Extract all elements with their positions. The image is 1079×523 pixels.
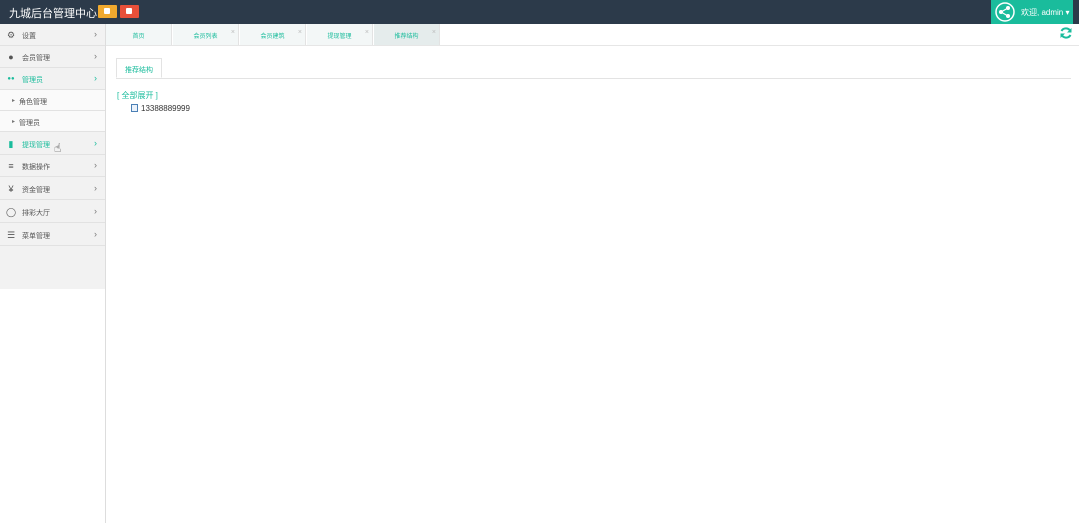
sidebar-subitem-label: 角色管理	[19, 99, 47, 106]
bullet-icon: ▸	[12, 119, 16, 125]
sidebar-item-menu[interactable]: ☰ 菜单管理 ›	[0, 224, 105, 246]
tree-node[interactable]: 13388889999	[131, 104, 190, 113]
sidebar-subitem-admins[interactable]: ▸ 管理员	[0, 111, 105, 132]
sidebar-item-label: 资金管理	[22, 187, 50, 194]
home-button[interactable]	[98, 5, 117, 18]
refresh-icon[interactable]	[1059, 26, 1073, 40]
tab-label: 提现管理	[327, 34, 352, 40]
chevron-right-icon: ›	[94, 206, 97, 216]
circle-icon: ◯	[6, 207, 17, 217]
tab-label: 首页	[132, 34, 145, 40]
sidebar-item-lottery-hall[interactable]: ◯ 排彩大厅 ›	[0, 201, 105, 223]
app-title: 九城后台管理中心	[9, 8, 97, 20]
tab-member-list[interactable]: 会员列表 ×	[173, 24, 239, 45]
home-icon	[104, 8, 110, 14]
bullet-icon: ▸	[12, 98, 16, 104]
gears-icon: ⚙	[6, 30, 16, 40]
top-bar: 九城后台管理中心 欢迎, admin ▾	[0, 0, 1079, 24]
sidebar-item-settings[interactable]: ⚙ 设置 ›	[0, 24, 105, 46]
content-tab-strip: 推荐结构	[116, 58, 1071, 79]
sidebar-subitem-roles[interactable]: ▸ 角色管理	[0, 90, 105, 111]
close-icon[interactable]: ×	[298, 29, 302, 36]
expand-all-link[interactable]: [ 全部展开 ]	[117, 90, 158, 101]
tab-bar: 首页 会员列表 × 会员建筑 × 提现管理 × 推荐结构 ×	[106, 24, 1079, 46]
sidebar-item-label: 排彩大厅	[22, 210, 50, 217]
sidebar-item-label: 设置	[22, 33, 36, 40]
content-tab-label: 推荐结构	[125, 67, 153, 74]
users-icon: ●●	[7, 76, 15, 82]
sidebar-menu: ⚙ 设置 › ● 会员管理 › ●● 管理员 › ▸ 角色管理 ▸ 管理员 ▮ …	[0, 24, 105, 289]
content-tab-referral-structure[interactable]: 推荐结构	[116, 58, 162, 78]
lock-button[interactable]	[120, 5, 139, 18]
tab-member-build[interactable]: 会员建筑 ×	[240, 24, 306, 45]
lock-icon	[126, 8, 132, 14]
chevron-right-icon: ›	[94, 29, 97, 39]
chevron-right-icon: ›	[94, 183, 97, 193]
user-menu[interactable]: 欢迎, admin ▾	[991, 0, 1073, 24]
sidebar-item-label: 菜单管理	[22, 233, 50, 240]
sidebar-item-label: 会员管理	[22, 55, 50, 62]
close-icon[interactable]: ×	[365, 29, 369, 36]
tree-node-label: 13388889999	[141, 104, 190, 113]
file-icon	[131, 104, 138, 112]
tab-withdrawals[interactable]: 提现管理 ×	[307, 24, 373, 45]
tab-home[interactable]: 首页	[106, 24, 172, 45]
list-icon: ☰	[6, 230, 16, 240]
tablet-icon: ▮	[8, 139, 14, 149]
chevron-right-icon: ›	[94, 138, 97, 148]
sidebar-subitem-label: 管理员	[19, 120, 40, 127]
chevron-right-icon: ›	[94, 51, 97, 61]
sidebar: ⚙ 设置 › ● 会员管理 › ●● 管理员 › ▸ 角色管理 ▸ 管理员 ▮ …	[0, 24, 106, 523]
sidebar-item-members[interactable]: ● 会员管理 ›	[0, 46, 105, 68]
chevron-right-icon: ›	[94, 73, 97, 83]
sidebar-item-admins[interactable]: ●● 管理员 ›	[0, 68, 105, 90]
tab-label: 推荐结构	[394, 34, 419, 40]
chevron-right-icon: ›	[94, 229, 97, 239]
share-logo-icon	[995, 2, 1015, 22]
sidebar-item-withdrawals[interactable]: ▮ 提现管理 ›	[0, 133, 105, 155]
sidebar-item-data[interactable]: ≡ 数据操作 ›	[0, 155, 105, 177]
chevron-right-icon: ›	[94, 160, 97, 170]
tab-label: 会员建筑	[260, 34, 285, 40]
hand-pointer-icon: ☝	[54, 141, 62, 155]
welcome-text[interactable]: 欢迎, admin ▾	[1021, 7, 1069, 18]
user-icon: ●	[8, 52, 14, 62]
sidebar-item-label: 提现管理	[22, 142, 50, 149]
close-icon[interactable]: ×	[432, 29, 436, 36]
database-icon: ≡	[8, 161, 14, 171]
sidebar-item-label: 数据操作	[22, 164, 50, 171]
sidebar-item-funds[interactable]: ¥ 资金管理 ›	[0, 178, 105, 200]
tab-referral-structure[interactable]: 推荐结构 ×	[374, 24, 440, 45]
yen-icon: ¥	[8, 184, 14, 194]
sidebar-item-label: 管理员	[22, 77, 43, 84]
tab-label: 会员列表	[193, 34, 218, 40]
close-icon[interactable]: ×	[231, 29, 235, 36]
